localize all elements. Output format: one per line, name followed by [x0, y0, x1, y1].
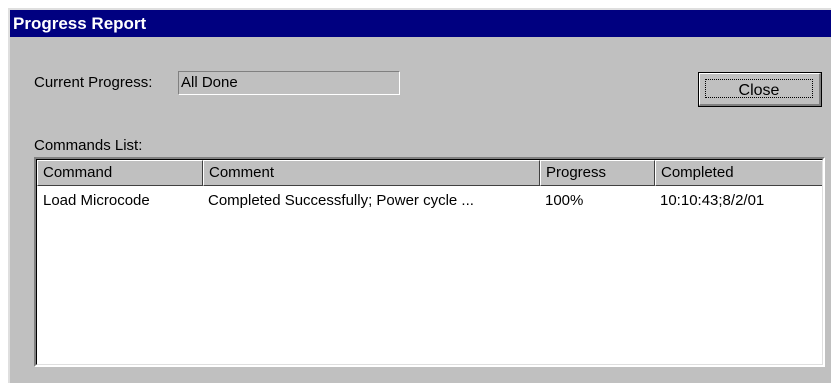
progress-report-window: Progress Report Current Progress: All Do…	[8, 8, 831, 383]
column-header-comment[interactable]: Comment	[203, 160, 540, 186]
column-header-progress[interactable]: Progress	[540, 160, 655, 186]
window-titlebar[interactable]: Progress Report	[10, 10, 831, 37]
commands-list-label: Commands List:	[34, 137, 143, 154]
current-progress-field: All Done	[178, 71, 400, 95]
close-button[interactable]: Close	[698, 72, 822, 107]
window-title: Progress Report	[13, 14, 147, 33]
column-header-command[interactable]: Command	[37, 160, 203, 186]
commands-list[interactable]: Command Comment Progress Completed Load …	[34, 157, 825, 367]
cell-completed: 10:10:43;8/2/01	[660, 192, 765, 209]
current-progress-label: Current Progress:	[34, 74, 153, 91]
close-button-label: Close	[705, 79, 813, 99]
cell-command: Load Microcode	[43, 192, 150, 209]
close-button-bevel: Close	[699, 73, 821, 106]
cell-progress: 100%	[545, 192, 584, 209]
column-header-completed[interactable]: Completed	[655, 160, 822, 186]
cell-comment: Completed Successfully; Power cycle ...	[208, 192, 474, 209]
commands-list-header: Command Comment Progress Completed	[37, 160, 822, 186]
commands-list-viewport: Command Comment Progress Completed Load …	[36, 159, 823, 365]
list-item[interactable]: Load Microcode Completed Successfully; P…	[37, 190, 822, 212]
